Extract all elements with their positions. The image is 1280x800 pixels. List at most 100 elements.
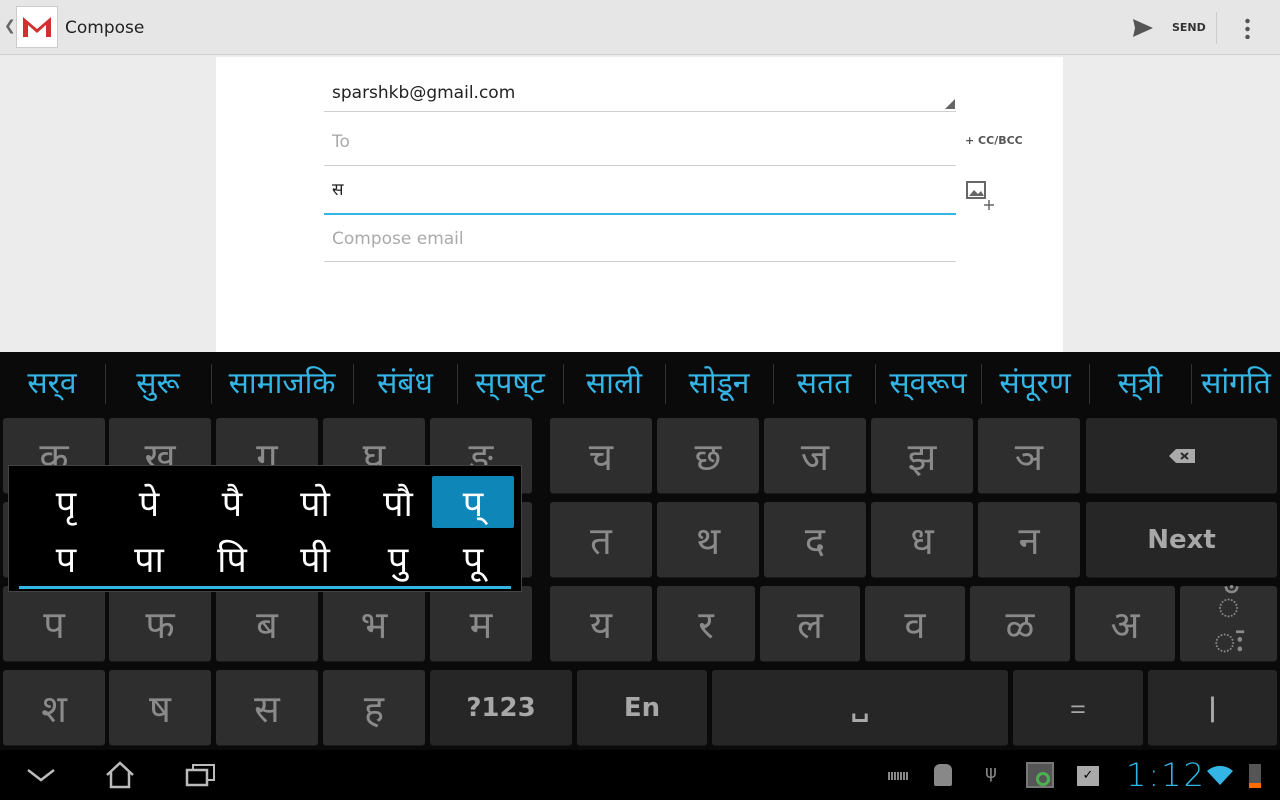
key[interactable]: झ xyxy=(871,418,973,493)
keyboard-icon xyxy=(888,772,908,780)
key[interactable]: य xyxy=(550,586,652,661)
next-key[interactable]: Next xyxy=(1086,502,1277,577)
popup-underline xyxy=(19,586,511,589)
suggestion-item[interactable]: सामाजकि xyxy=(212,352,352,416)
suggestion-item[interactable]: सुरू xyxy=(106,352,210,416)
recent-apps-icon[interactable] xyxy=(185,762,217,788)
suggestion-item[interactable]: साली xyxy=(564,352,664,416)
space-key[interactable]: ␣ xyxy=(712,670,1008,745)
key-variants-popup: पृ पे पै पो पौ प् प पा पि पी पु पू xyxy=(8,465,522,592)
divider xyxy=(1216,12,1217,44)
variant-key[interactable]: प् xyxy=(432,476,514,528)
wifi-icon xyxy=(1207,765,1233,785)
key[interactable]: र xyxy=(657,586,755,661)
variant-key[interactable]: पे xyxy=(108,476,190,528)
app-title: Compose xyxy=(65,18,145,38)
cc-bcc-button[interactable]: + CC/BCC xyxy=(965,134,1023,147)
send-button[interactable]: SEND xyxy=(1172,21,1206,34)
visarga-label: ः xyxy=(1213,618,1244,663)
key[interactable]: द xyxy=(764,502,866,577)
key[interactable]: ध xyxy=(871,502,973,577)
gmail-logo-icon[interactable] xyxy=(16,6,58,48)
key[interactable]: फ xyxy=(109,586,211,661)
variant-key[interactable]: पी xyxy=(274,532,356,584)
hide-keyboard-icon[interactable] xyxy=(26,766,56,784)
sync-app-icon xyxy=(1026,762,1054,788)
key[interactable]: भ xyxy=(323,586,425,661)
subject-field[interactable]: स xyxy=(324,176,956,215)
key[interactable]: थ xyxy=(657,502,759,577)
send-icon[interactable] xyxy=(1132,17,1154,39)
store-update-icon: ✓ xyxy=(1077,766,1099,786)
divider xyxy=(105,364,106,404)
from-account-select[interactable]: sparshkb@gmail.com xyxy=(324,80,956,112)
suggestion-item[interactable]: सोडून xyxy=(666,352,772,416)
key[interactable]: ब xyxy=(216,586,318,661)
variant-key[interactable]: पा xyxy=(108,532,190,584)
candrabindu-key[interactable]: ँः xyxy=(1180,586,1277,661)
divider xyxy=(981,364,982,404)
suggestion-item[interactable]: सांगति xyxy=(1192,352,1280,416)
key[interactable]: ञ xyxy=(978,418,1080,493)
divider xyxy=(665,364,666,404)
key[interactable]: व xyxy=(865,586,965,661)
settings-sliders-icon: ⚌ xyxy=(1069,697,1087,718)
home-icon[interactable] xyxy=(104,760,136,790)
variant-key[interactable]: प xyxy=(25,532,107,584)
suggestion-item[interactable]: सर्‌व xyxy=(0,352,104,416)
divider xyxy=(457,364,458,404)
key[interactable]: ल xyxy=(760,586,860,661)
suggestion-item[interactable]: सतत xyxy=(774,352,874,416)
suggestion-item[interactable]: संबंध xyxy=(354,352,456,416)
variant-key[interactable]: पु xyxy=(357,532,439,584)
key[interactable]: प xyxy=(3,586,105,661)
variant-key[interactable]: पौ xyxy=(357,476,439,528)
backspace-key[interactable] xyxy=(1086,418,1277,493)
key[interactable]: ज xyxy=(764,418,866,493)
suggestion-item[interactable]: स्‌पष्‌ट xyxy=(458,352,562,416)
divider xyxy=(773,364,774,404)
system-bar: ψ ✓ 1:12 xyxy=(0,750,1280,800)
key[interactable]: ह xyxy=(323,670,425,745)
to-field[interactable]: To xyxy=(324,128,956,166)
suggestion-item[interactable]: स्‌वरूप xyxy=(876,352,980,416)
divider xyxy=(211,364,212,404)
clock: 1:12 xyxy=(1126,756,1206,794)
key[interactable]: छ xyxy=(657,418,759,493)
divider xyxy=(563,364,564,404)
divider xyxy=(1191,364,1192,404)
back-chevron-icon[interactable]: ❮ xyxy=(4,18,16,34)
battery-icon xyxy=(1249,764,1261,788)
settings-key[interactable]: ⚌ xyxy=(1013,670,1143,745)
symbols-key[interactable]: ?123 xyxy=(430,670,572,745)
body-field[interactable]: Compose email xyxy=(324,226,956,262)
suggestion-item[interactable]: स्‌त्री xyxy=(1090,352,1190,416)
variant-key[interactable]: पि xyxy=(191,532,273,584)
language-key[interactable]: En xyxy=(577,670,707,745)
action-bar: ❮ Compose SEND xyxy=(0,0,1280,55)
android-debug-icon xyxy=(934,764,952,786)
variant-key[interactable]: पो xyxy=(274,476,356,528)
key[interactable]: स xyxy=(216,670,318,745)
attach-image-icon[interactable] xyxy=(966,181,996,211)
backspace-icon xyxy=(1168,448,1195,463)
key[interactable]: च xyxy=(550,418,652,493)
key[interactable]: अ xyxy=(1075,586,1175,661)
overflow-menu-icon[interactable] xyxy=(1245,17,1250,39)
danda-key[interactable]: | xyxy=(1148,670,1277,745)
key[interactable]: म xyxy=(430,586,532,661)
key[interactable]: त xyxy=(550,502,652,577)
key[interactable]: न xyxy=(978,502,1080,577)
divider xyxy=(1089,364,1090,404)
variant-key[interactable]: पै xyxy=(191,476,273,528)
divider xyxy=(353,364,354,404)
variant-key[interactable]: पृ xyxy=(25,476,107,528)
usb-icon: ψ xyxy=(985,762,997,783)
from-account: sparshkb@gmail.com xyxy=(332,83,516,103)
key[interactable]: ळ xyxy=(970,586,1070,661)
suggestion-item[interactable]: संपूरण xyxy=(982,352,1088,416)
key[interactable]: ष xyxy=(109,670,211,745)
divider xyxy=(875,364,876,404)
variant-key[interactable]: पू xyxy=(432,532,514,584)
key[interactable]: श xyxy=(3,670,105,745)
